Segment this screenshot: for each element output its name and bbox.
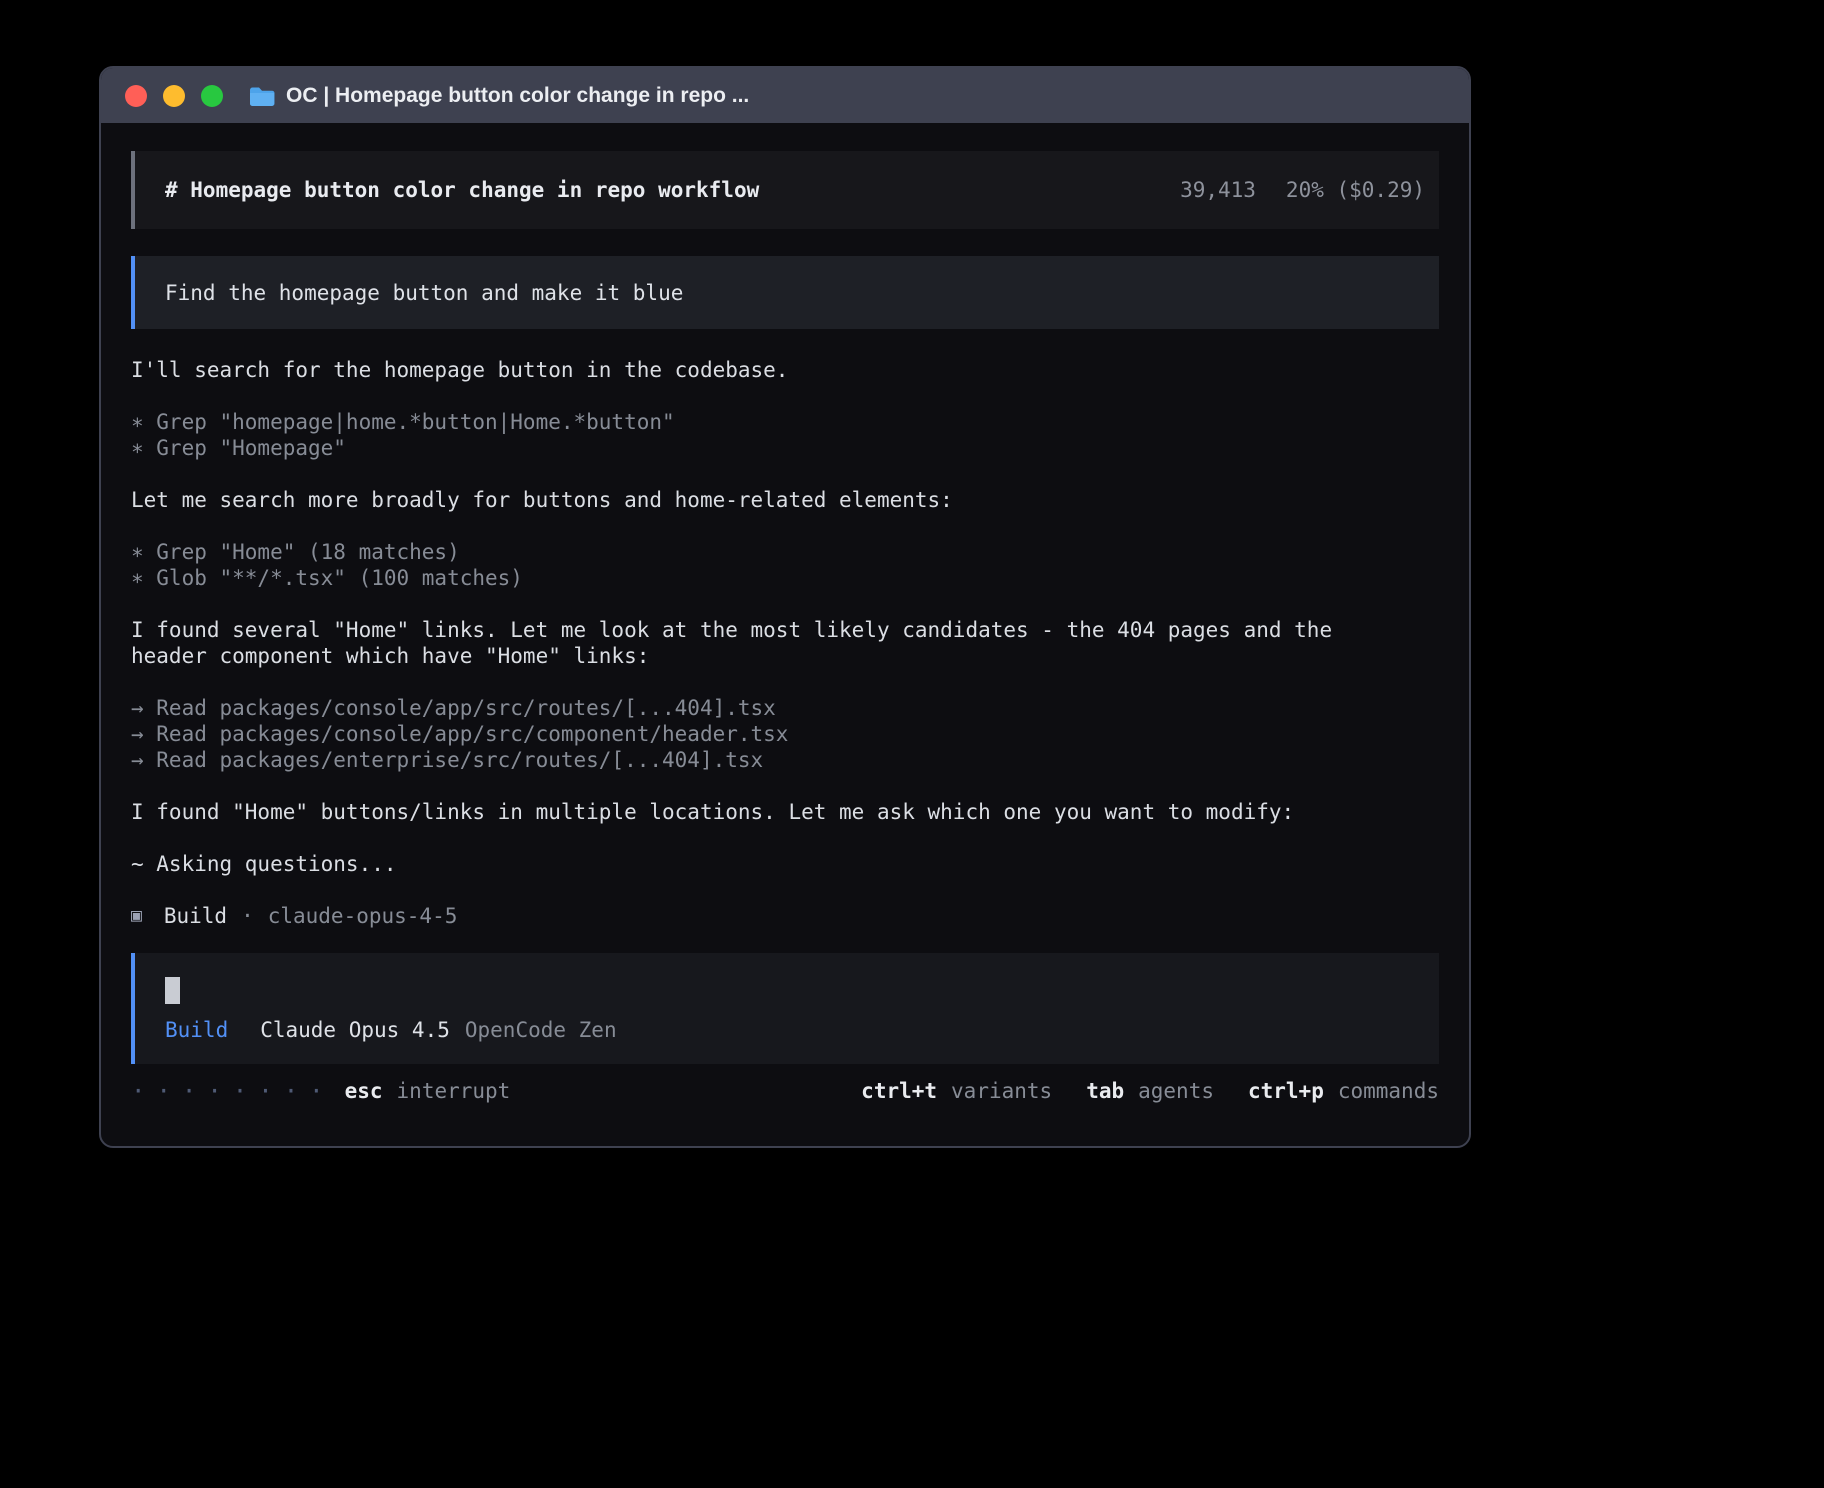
assistant-message: I found several "Home" links. Let me loo… (131, 617, 1401, 669)
tool-call: ∗ Glob "**/*.tsx" (100 matches) (131, 565, 1439, 591)
tool-call: ∗ Grep "Homepage" (131, 435, 1439, 461)
tool-call-group: ∗ Grep "homepage|home.*button|Home.*butt… (131, 409, 1439, 461)
window-titlebar: OC | Homepage button color change in rep… (101, 68, 1469, 123)
minimize-button[interactable] (163, 85, 185, 107)
input-meta: Build Claude Opus 4.5 OpenCode Zen (165, 1018, 1409, 1042)
shortcut-label: interrupt (397, 1079, 511, 1103)
context-usage: 20% ($0.29) (1286, 178, 1425, 202)
shortcut-key: esc (345, 1079, 383, 1103)
assistant-status: ~ Asking questions... (131, 851, 1401, 877)
assistant-message: Let me search more broadly for buttons a… (131, 487, 1401, 513)
status-shortcuts: ctrl+t variants tab agents ctrl+p comman… (861, 1079, 1439, 1103)
shortcut-variants: ctrl+t variants (861, 1079, 1052, 1103)
shortcut-key: ctrl+p (1248, 1079, 1324, 1103)
session-stats: 39,413 20% ($0.29) (1180, 178, 1425, 202)
tool-call: ∗ Grep "Home" (18 matches) (131, 539, 1439, 565)
window-title: OC | Homepage button color change in rep… (286, 84, 749, 108)
prompt-input[interactable]: Build Claude Opus 4.5 OpenCode Zen (131, 953, 1439, 1064)
terminal-content: # Homepage button color change in repo w… (101, 123, 1469, 1146)
tool-call: → Read packages/console/app/src/componen… (131, 721, 1439, 747)
input-model-label: Claude Opus 4.5 (260, 1018, 450, 1042)
status-bar: ········ esc interrupt ctrl+t variants t… (131, 1078, 1439, 1104)
zoom-button[interactable] (201, 85, 223, 107)
assistant-message: I found "Home" buttons/links in multiple… (131, 799, 1401, 825)
input-mode-badge: Build (165, 1018, 228, 1042)
traffic-lights (125, 85, 223, 107)
agent-name: Build (164, 903, 227, 929)
shortcut-agents: tab agents (1086, 1079, 1214, 1103)
tool-call: ∗ Grep "homepage|home.*button|Home.*butt… (131, 409, 1439, 435)
shortcut-interrupt: esc interrupt (345, 1079, 511, 1103)
tool-call: → Read packages/enterprise/src/routes/[.… (131, 747, 1439, 773)
session-title: # Homepage button color change in repo w… (165, 178, 759, 202)
shortcut-label: agents (1138, 1079, 1214, 1103)
agent-build-icon: ▣ (131, 903, 142, 929)
agent-model: claude-opus-4-5 (268, 903, 458, 929)
assistant-message: I'll search for the homepage button in t… (131, 357, 1401, 383)
tool-call-group: ∗ Grep "Home" (18 matches) ∗ Glob "**/*.… (131, 539, 1439, 591)
spinner-dots: ········ (131, 1078, 335, 1104)
agent-status-line: ▣ Build · claude-opus-4-5 (131, 903, 1439, 929)
user-message-text: Find the homepage button and make it blu… (165, 281, 683, 305)
text-cursor (165, 977, 180, 1004)
close-button[interactable] (125, 85, 147, 107)
input-provider-label: OpenCode Zen (465, 1018, 617, 1042)
shortcut-key: ctrl+t (861, 1079, 937, 1103)
shortcut-label: commands (1338, 1079, 1439, 1103)
shortcut-label: variants (951, 1079, 1052, 1103)
user-message: Find the homepage button and make it blu… (131, 256, 1439, 329)
session-header: # Homepage button color change in repo w… (131, 151, 1439, 229)
shortcut-commands: ctrl+p commands (1248, 1079, 1439, 1103)
token-count: 39,413 (1180, 178, 1256, 202)
tool-call-group: → Read packages/console/app/src/routes/[… (131, 695, 1439, 773)
terminal-window: OC | Homepage button color change in rep… (99, 66, 1471, 1148)
shortcut-key: tab (1086, 1079, 1124, 1103)
agent-separator: · (241, 903, 254, 929)
conversation-transcript: I'll search for the homepage button in t… (131, 357, 1439, 929)
folder-icon (249, 85, 275, 107)
tool-call: → Read packages/console/app/src/routes/[… (131, 695, 1439, 721)
